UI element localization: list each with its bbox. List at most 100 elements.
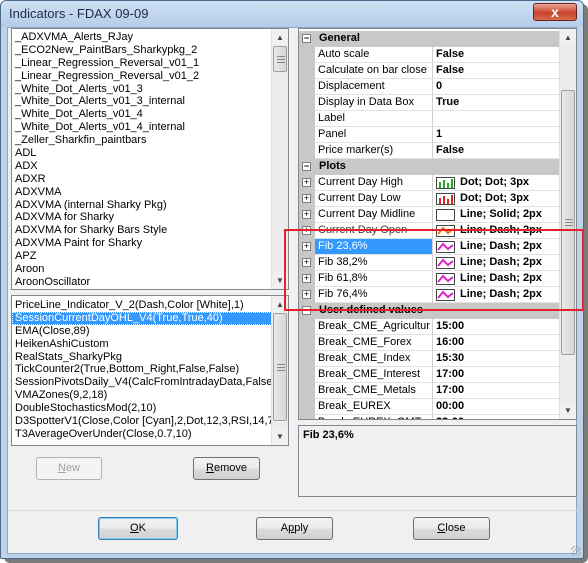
applied-indicator-item[interactable]: EMA(Close,89) bbox=[12, 325, 272, 338]
list-item[interactable]: _Zeller_Sharkfin_paintbars bbox=[12, 134, 272, 147]
property-row[interactable]: Display in Data Box True bbox=[299, 95, 561, 111]
list-item[interactable]: _Linear_Regression_Reversal_v01_1 bbox=[12, 57, 272, 70]
property-row[interactable]: Break_EUREX 00:00 bbox=[299, 399, 561, 415]
property-name[interactable]: Break_CME_Index bbox=[315, 351, 433, 367]
applied-indicator-item[interactable]: PriceLine_Indicator_V_2(Dash,Color [Whit… bbox=[12, 299, 272, 312]
property-value[interactable]: Line; Dash; 2px bbox=[433, 223, 561, 239]
applied-indicator-item[interactable]: VMAZones(9,2,18) bbox=[12, 389, 272, 402]
property-row[interactable]: + Fib 38,2% Line; Dash; 2px bbox=[299, 255, 561, 271]
list-item[interactable]: _White_Dot_Alerts_v01_4_internal bbox=[12, 121, 272, 134]
property-row[interactable]: Break_CME_Metals 17:00 bbox=[299, 383, 561, 399]
applied-indicator-item[interactable]: TickCounter2(True,Bottom_Right,False,Fal… bbox=[12, 363, 272, 376]
property-row[interactable]: Panel 1 bbox=[299, 127, 561, 143]
category-general[interactable]: − General bbox=[299, 31, 561, 47]
property-name[interactable]: Current Day Low bbox=[315, 191, 433, 207]
list-item[interactable]: APZ bbox=[12, 250, 272, 263]
list-item[interactable]: ADXVMA for Sharky bbox=[12, 211, 272, 224]
property-name[interactable]: Break_CME_Metals bbox=[315, 383, 433, 399]
property-value[interactable]: Line; Dash; 2px bbox=[433, 271, 561, 287]
expand-icon[interactable]: + bbox=[302, 226, 311, 235]
list-item[interactable]: _White_Dot_Alerts_v01_3_internal bbox=[12, 95, 272, 108]
property-value[interactable] bbox=[433, 111, 561, 127]
applied-indicator-item[interactable]: T3AverageOverUnder(Close,0.7,10) bbox=[12, 428, 272, 441]
scroll-thumb[interactable] bbox=[273, 46, 287, 72]
list-item[interactable]: ADX bbox=[12, 160, 272, 173]
property-value[interactable]: Line; Dash; 2px bbox=[433, 239, 561, 255]
scroll-down-arrow-icon[interactable]: ▼ bbox=[272, 428, 288, 445]
close-window-button[interactable]: x bbox=[533, 3, 577, 21]
new-button[interactable]: New bbox=[36, 457, 102, 480]
expand-icon[interactable]: + bbox=[302, 210, 311, 219]
property-row[interactable]: Calculate on bar close False bbox=[299, 63, 561, 79]
property-name[interactable]: Calculate on bar close bbox=[315, 63, 433, 79]
property-value[interactable]: Dot; Dot; 3px bbox=[433, 191, 561, 207]
list-item[interactable]: _ECO2New_PaintBars_Sharkypkg_2 bbox=[12, 44, 272, 57]
remove-button[interactable]: Remove bbox=[193, 457, 260, 480]
list-item[interactable]: _White_Dot_Alerts_v01_3 bbox=[12, 83, 272, 96]
expand-icon[interactable]: + bbox=[302, 274, 311, 283]
category-user-defined-values[interactable]: − User defined values bbox=[299, 303, 561, 319]
property-value[interactable]: True bbox=[433, 95, 561, 111]
resize-grip-icon[interactable] bbox=[571, 546, 581, 556]
property-row[interactable]: Break_CME_Interest 17:00 bbox=[299, 367, 561, 383]
property-row[interactable]: Price marker(s) False bbox=[299, 143, 561, 159]
property-name[interactable]: Fib 38,2% bbox=[315, 255, 433, 271]
property-grid[interactable]: − General Auto scale False Calculate on bar … bbox=[298, 28, 577, 420]
expand-icon[interactable]: + bbox=[302, 194, 311, 203]
property-name[interactable]: Current Day Midline bbox=[315, 207, 433, 223]
collapse-icon[interactable]: − bbox=[302, 162, 311, 171]
applied-indicator-item[interactable]: SessionPivotsDaily_V4(CalcFromIntradayDa… bbox=[12, 376, 282, 389]
scroll-down-arrow-icon[interactable]: ▼ bbox=[272, 272, 288, 289]
list-item[interactable]: ADXVMA bbox=[12, 186, 272, 199]
applied-indicator-item[interactable]: RealStats_SharkyPkg bbox=[12, 351, 272, 364]
list-item[interactable]: Aroon bbox=[12, 263, 272, 276]
list-item[interactable]: ADXVMA (internal Sharky Pkg) bbox=[12, 199, 272, 212]
title-bar[interactable]: Indicators - FDAX 09-09 x bbox=[1, 1, 583, 27]
property-name[interactable]: Fib 61,8% bbox=[315, 271, 433, 287]
property-name[interactable]: Auto scale bbox=[315, 47, 433, 63]
applied-indicators-list[interactable]: PriceLine_Indicator_V_2(Dash,Color [Whit… bbox=[11, 295, 289, 446]
close-button[interactable]: Close bbox=[413, 517, 490, 540]
property-name[interactable]: Price marker(s) bbox=[315, 143, 433, 159]
property-value[interactable]: Line; Dash; 2px bbox=[433, 255, 561, 271]
expand-icon[interactable]: + bbox=[302, 258, 311, 267]
property-row[interactable]: Break_CME_Forex 16:00 bbox=[299, 335, 561, 351]
property-row[interactable]: + Current Day Open Line; Dash; 2px bbox=[299, 223, 561, 239]
applied-indicator-item[interactable]: HeikenAshiCustom bbox=[12, 338, 272, 351]
property-name[interactable]: Display in Data Box bbox=[315, 95, 433, 111]
property-value[interactable]: Line; Dash; 2px bbox=[433, 287, 561, 303]
scroll-up-arrow-icon[interactable]: ▲ bbox=[272, 296, 288, 313]
property-row[interactable]: Break_EUREX_GMT22:00 bbox=[299, 415, 561, 419]
applied-indicator-item[interactable]: DoubleStochasticsMod(2,10) bbox=[12, 402, 272, 415]
expand-icon[interactable]: + bbox=[302, 290, 311, 299]
property-value[interactable]: 17:00 bbox=[433, 367, 561, 383]
property-row[interactable]: + Fib 76,4% Line; Dash; 2px bbox=[299, 287, 561, 303]
list-item[interactable]: ADXVMA Paint for Sharky bbox=[12, 237, 272, 250]
scroll-thumb[interactable] bbox=[561, 90, 575, 355]
ok-button[interactable]: OK bbox=[98, 517, 178, 540]
property-row[interactable]: + Fib 23,6% Line; Dash; 2px bbox=[299, 239, 561, 255]
applied-list-scrollbar[interactable]: ▲ ▼ bbox=[271, 296, 288, 445]
list-item[interactable]: ADXR bbox=[12, 173, 272, 186]
collapse-icon[interactable]: − bbox=[302, 306, 311, 315]
property-row[interactable]: Label bbox=[299, 111, 561, 127]
property-row[interactable]: + Current Day Midline Line; Solid; 2px bbox=[299, 207, 561, 223]
property-name[interactable]: Break_EUREX_GMT bbox=[315, 415, 433, 419]
scroll-up-arrow-icon[interactable]: ▲ bbox=[272, 29, 288, 46]
apply-button[interactable]: Apply bbox=[256, 517, 333, 540]
property-row[interactable]: Break_CME_Index 15:30 bbox=[299, 351, 561, 367]
property-row[interactable]: Auto scale False bbox=[299, 47, 561, 63]
property-value[interactable]: 22:00 bbox=[433, 415, 561, 419]
scroll-up-arrow-icon[interactable]: ▲ bbox=[560, 29, 576, 46]
property-grid-scrollbar[interactable]: ▲ ▼ bbox=[559, 29, 576, 419]
property-name[interactable]: Label bbox=[315, 111, 433, 127]
property-value[interactable]: Dot; Dot; 3px bbox=[433, 175, 561, 191]
property-value[interactable]: 15:30 bbox=[433, 351, 561, 367]
property-row[interactable]: Displacement 0 bbox=[299, 79, 561, 95]
list-item[interactable]: AroonOscillator bbox=[12, 276, 272, 289]
property-name[interactable]: Fib 76,4% bbox=[315, 287, 433, 303]
scroll-thumb[interactable] bbox=[273, 313, 287, 421]
category-plots[interactable]: − Plots bbox=[299, 159, 561, 175]
list-item[interactable]: _ADXVMA_Alerts_RJay bbox=[12, 31, 272, 44]
property-value[interactable]: False bbox=[433, 143, 561, 159]
